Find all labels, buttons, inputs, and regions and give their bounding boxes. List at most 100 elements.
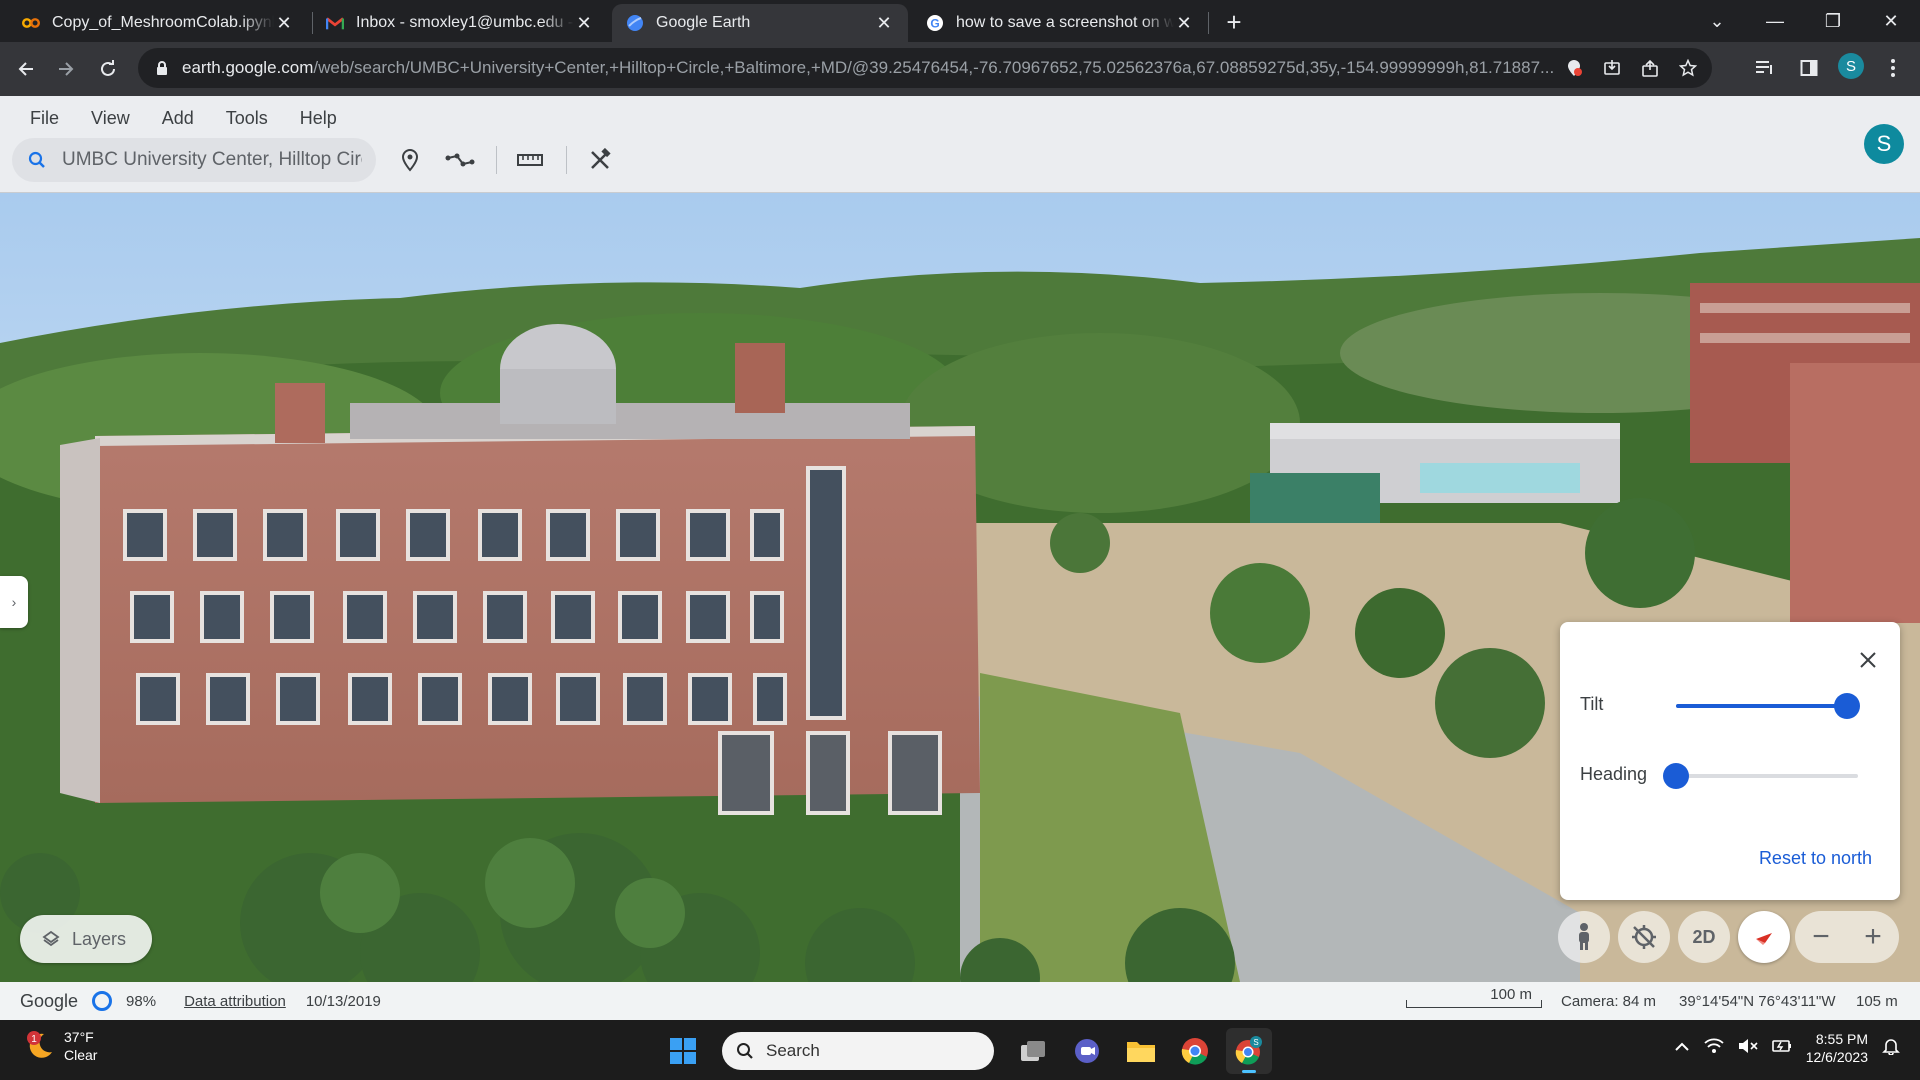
heading-label: Heading <box>1580 764 1648 784</box>
close-window-button[interactable]: ✕ <box>1862 0 1920 42</box>
add-placemark-button[interactable] <box>392 142 428 178</box>
measure-button[interactable] <box>512 142 548 178</box>
chevron-right-icon: › <box>11 594 17 610</box>
menu-bar: File View Add Tools Help <box>14 104 353 133</box>
heading-slider[interactable] <box>1663 763 1858 789</box>
chrome-menu-icon[interactable] <box>1878 53 1908 83</box>
reload-icon <box>101 60 115 76</box>
earth-account-avatar[interactable]: S <box>1864 124 1904 164</box>
side-panel-icon[interactable] <box>1794 53 1824 83</box>
share-icon[interactable] <box>1638 56 1662 80</box>
clock[interactable]: 8:55 PM 12/6/2023 <box>1806 1030 1868 1066</box>
location-off-icon <box>1632 925 1656 949</box>
tilt-slider[interactable] <box>1676 693 1861 719</box>
compass-icon <box>1756 933 1772 945</box>
reload-button[interactable] <box>92 53 124 85</box>
file-explorer-button[interactable] <box>1118 1028 1164 1074</box>
install-app-icon[interactable] <box>1600 56 1624 80</box>
weather-widget[interactable]: 1 37°F Clear <box>24 1028 97 1064</box>
address-bar[interactable]: earth.google.com/web/search/UMBC+Univers… <box>138 48 1712 88</box>
my-location-button[interactable] <box>1618 911 1670 963</box>
reset-to-north-link[interactable]: Reset to north <box>1759 848 1872 869</box>
menu-view[interactable]: View <box>75 104 146 133</box>
windows-taskbar: 1 37°F Clear Search S 8:55 PM 12/6/2023 <box>0 1020 1920 1080</box>
svg-text:G: G <box>930 17 939 31</box>
start-button[interactable] <box>660 1028 706 1074</box>
menu-tools[interactable]: Tools <box>210 104 284 133</box>
layers-button[interactable]: Layers <box>20 915 152 963</box>
street-view-button[interactable] <box>1558 911 1610 963</box>
battery-icon[interactable] <box>1771 1038 1792 1059</box>
forward-arrow-icon <box>59 62 74 76</box>
tools-button[interactable] <box>582 142 618 178</box>
menu-help[interactable]: Help <box>284 104 353 133</box>
wifi-icon[interactable] <box>1704 1038 1724 1059</box>
path-icon <box>445 153 475 167</box>
tab-google-search[interactable]: G how to save a screenshot on windows - … <box>912 4 1208 42</box>
menu-add[interactable]: Add <box>146 104 210 133</box>
earth-search-box[interactable] <box>12 138 376 182</box>
chrome-taskbar-button[interactable] <box>1172 1028 1218 1074</box>
draw-path-button[interactable] <box>442 142 478 178</box>
heading-slider-handle[interactable] <box>1663 763 1689 789</box>
data-attribution-link[interactable]: Data attribution <box>184 993 286 1010</box>
search-input[interactable] <box>62 149 362 171</box>
compass-button[interactable] <box>1738 911 1790 963</box>
menu-file[interactable]: File <box>14 104 75 133</box>
tab-gmail[interactable]: Inbox - smoxley1@umbc.edu - UMBC Mail ✕ <box>312 4 608 42</box>
bookmark-star-icon[interactable] <box>1676 56 1700 80</box>
close-icon <box>1860 652 1876 668</box>
placemark-icon <box>401 148 419 172</box>
volume-muted-icon[interactable] <box>1738 1038 1758 1059</box>
taskbar-search-label: Search <box>766 1041 820 1060</box>
back-arrow-icon <box>18 62 33 76</box>
clock-date: 12/6/2023 <box>1805 1049 1868 1065</box>
close-tab-icon[interactable]: ✕ <box>274 13 294 33</box>
taskbar-search[interactable]: Search <box>722 1032 994 1070</box>
tab-title: Google Earth <box>656 14 751 31</box>
expand-sidebar-button[interactable]: › <box>0 576 28 628</box>
new-tab-button[interactable]: + <box>1218 6 1250 38</box>
task-view-button[interactable] <box>1010 1028 1056 1074</box>
imagery-date: 10/13/2019 <box>305 992 381 1010</box>
chrome-profile-taskbar-button[interactable]: S <box>1226 1028 1272 1074</box>
clock-time: 8:55 PM <box>1815 1031 1868 1047</box>
forward-button[interactable] <box>50 53 82 85</box>
scale-bar: 100 m <box>1406 986 1542 1008</box>
task-view-icon <box>1021 1041 1045 1061</box>
close-tab-icon[interactable]: ✕ <box>574 13 594 33</box>
browser-toolbar: earth.google.com/web/search/UMBC+Univers… <box>0 42 1920 96</box>
close-panel-button[interactable] <box>1854 646 1882 674</box>
zoom-out-button[interactable]: − <box>1812 920 1830 954</box>
close-tab-icon[interactable]: ✕ <box>874 13 894 33</box>
show-hidden-icons-icon[interactable] <box>1674 1039 1690 1057</box>
notifications-icon[interactable] <box>1882 1037 1900 1060</box>
tilt-slider-handle[interactable] <box>1834 693 1861 719</box>
tab-title: Copy_of_MeshroomColab.ipynb <box>52 14 274 31</box>
teams-chat-button[interactable] <box>1064 1028 1110 1074</box>
restore-button[interactable]: ❐ <box>1804 0 1862 42</box>
tilt-label: Tilt <box>1580 694 1604 714</box>
profile-avatar[interactable]: S <box>1838 53 1864 79</box>
lock-icon <box>157 61 167 75</box>
chrome-icon <box>1181 1038 1208 1065</box>
zoom-in-button[interactable]: + <box>1864 920 1882 954</box>
load-progress: 98% <box>126 992 157 1010</box>
windows-logo-icon <box>670 1038 696 1064</box>
tab-colab[interactable]: Copy_of_MeshroomColab.ipynb ✕ <box>8 4 308 42</box>
tilt-slider-fill <box>1676 704 1848 708</box>
toggle-2d-button[interactable]: 2D <box>1678 911 1730 963</box>
teams-chat-icon <box>1075 1039 1099 1063</box>
back-button[interactable] <box>10 53 42 85</box>
camera-altitude: Camera: 84 m <box>1561 993 1657 1010</box>
close-tab-icon[interactable]: ✕ <box>1174 13 1194 33</box>
tab-google-earth[interactable]: Google Earth ✕ <box>612 4 908 42</box>
reading-list-icon[interactable] <box>1750 53 1780 83</box>
minimize-button[interactable]: — <box>1746 0 1804 42</box>
earth-status-bar: Google 98% Data attribution 10/13/2019 1… <box>0 982 1920 1020</box>
tools-icon <box>591 148 611 169</box>
ground-elevation: 105 m <box>1856 993 1898 1010</box>
location-blocked-icon[interactable] <box>1562 56 1586 80</box>
tab-title: how to save a screenshot on windows - Go… <box>956 14 1174 31</box>
tab-search-icon[interactable]: ⌄ <box>1688 0 1746 42</box>
